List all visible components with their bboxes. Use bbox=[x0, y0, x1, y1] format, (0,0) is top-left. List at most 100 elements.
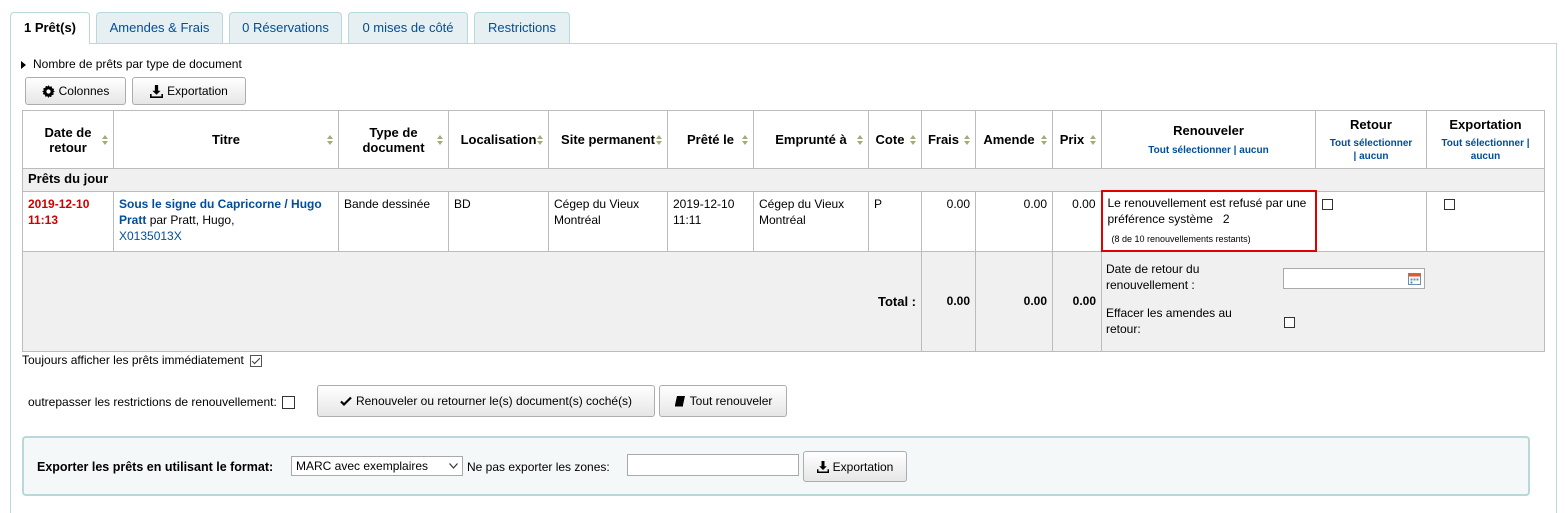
export-checkbox[interactable] bbox=[1444, 199, 1455, 211]
col-renew: Renouveler Tout sélectionner | aucun bbox=[1101, 110, 1316, 169]
home-library-cell: Cégep du Vieux Montréal bbox=[548, 190, 668, 252]
export-label: Exportation bbox=[167, 84, 228, 98]
checkin-select-all-link[interactable]: Tout sélectionner bbox=[1330, 138, 1413, 149]
total-row: Total : 0.00 0.00 0.00 Date de retour du… bbox=[22, 250, 1545, 352]
charge-cell: 0.00 bbox=[921, 190, 976, 252]
export-toolbar-button[interactable]: Exportation bbox=[132, 77, 246, 105]
always-show-label: Toujours afficher les prêts immédiatemen… bbox=[22, 353, 244, 367]
gear-icon bbox=[41, 84, 55, 98]
renew-all-button[interactable]: Tout renouveler bbox=[659, 385, 787, 417]
call-number-cell: P bbox=[868, 190, 922, 252]
renew-due-date-input[interactable] bbox=[1283, 268, 1425, 289]
renew-options-cell: Date de retour du renouvellement : Effac… bbox=[1101, 250, 1545, 352]
sort-icon bbox=[857, 134, 863, 145]
col-location[interactable]: Localisation bbox=[448, 110, 549, 169]
renew-refused-message: Le renouvellement est refusé par une pré… bbox=[1107, 196, 1307, 226]
caret-right-icon bbox=[21, 60, 26, 69]
sort-icon bbox=[964, 134, 970, 145]
total-label: Total : bbox=[22, 250, 922, 352]
export-select-none-link[interactable]: aucun bbox=[1471, 151, 1500, 162]
total-fine: 0.00 bbox=[975, 250, 1053, 352]
col-due-date[interactable]: Date de retour bbox=[22, 110, 114, 169]
check-icon bbox=[340, 396, 352, 407]
export-format-label: Exporter les prêts en utilisant le forma… bbox=[37, 460, 274, 474]
checked-out-from-cell: Cégep du Vieux Montréal bbox=[753, 190, 869, 252]
sort-icon bbox=[910, 134, 916, 145]
sort-icon bbox=[102, 134, 108, 145]
renew-cell: Le renouvellement est refusé par une pré… bbox=[1100, 190, 1317, 252]
title-cell: Sous le signe du Capricorne / Hugo Pratt… bbox=[113, 190, 339, 252]
renew-due-label: Date de retour du renouvellement : bbox=[1106, 262, 1200, 292]
separator: | bbox=[1353, 150, 1357, 162]
col-item-type[interactable]: Type de document bbox=[338, 110, 449, 169]
sort-icon bbox=[1090, 134, 1096, 145]
sort-icon bbox=[742, 134, 748, 145]
export-select-all-link[interactable]: Tout sélectionner bbox=[1441, 138, 1524, 149]
separator: | bbox=[1526, 137, 1530, 149]
col-checked-out-from[interactable]: Emprunté à bbox=[753, 110, 869, 169]
col-home-library[interactable]: Site permanent bbox=[548, 110, 668, 169]
barcode-link[interactable]: X0135013X bbox=[119, 229, 182, 243]
columns-button[interactable]: Colonnes bbox=[25, 77, 126, 105]
renew-select-none-link[interactable]: aucun bbox=[1239, 145, 1268, 156]
checkin-header-label: Retour bbox=[1350, 116, 1392, 132]
sort-icon bbox=[1041, 134, 1047, 145]
checkin-checkbox[interactable] bbox=[1321, 199, 1333, 211]
tab-restrictions[interactable]: Restrictions bbox=[474, 12, 570, 43]
forgive-fines-checkbox[interactable] bbox=[1284, 317, 1295, 328]
col-price[interactable]: Prix bbox=[1052, 110, 1102, 169]
override-checkbox[interactable] bbox=[282, 396, 296, 410]
toggle-label: Nombre de prêts par type de document bbox=[33, 57, 242, 71]
renew-select-all-link[interactable]: Tout sélectionner bbox=[1148, 145, 1231, 156]
sort-icon bbox=[537, 134, 543, 145]
itemtype-count-toggle[interactable]: Nombre de prêts par type de document bbox=[21, 57, 242, 71]
chevron-down-icon bbox=[449, 463, 458, 469]
table-row: 2019-12-10 11:13 Sous le signe du Capric… bbox=[22, 190, 1545, 252]
group-label: Prêts du jour bbox=[22, 168, 1545, 192]
export-format-value: MARC avec exemplaires bbox=[296, 459, 429, 473]
col-charge[interactable]: Frais bbox=[921, 110, 976, 169]
calendar-icon[interactable] bbox=[1408, 272, 1421, 285]
renew-header-label: Renouveler bbox=[1173, 122, 1244, 138]
price-cell: 0.00 bbox=[1052, 190, 1102, 252]
columns-label: Colonnes bbox=[58, 84, 110, 98]
export-format-select[interactable]: MARC avec exemplaires bbox=[291, 456, 463, 476]
col-title[interactable]: Titre bbox=[113, 110, 339, 169]
renew-return-button[interactable]: Renouveler ou retourner le(s) document(s… bbox=[317, 385, 655, 417]
no-export-fields-input[interactable] bbox=[627, 454, 799, 476]
col-export: Exportation Tout sélectionner | aucun bbox=[1426, 110, 1545, 169]
due-date-cell: 2019-12-10 11:13 bbox=[22, 190, 114, 252]
total-price: 0.00 bbox=[1052, 250, 1102, 352]
location-cell: BD bbox=[448, 190, 549, 252]
separator: | bbox=[1233, 144, 1237, 156]
sort-icon bbox=[327, 134, 333, 145]
export-header-label: Exportation bbox=[1449, 116, 1522, 132]
download-icon bbox=[816, 460, 829, 473]
group-row-today: Prêts du jour bbox=[22, 168, 1545, 192]
renew-return-label: Renouveler ou retourner le(s) document(s… bbox=[355, 394, 633, 408]
download-icon bbox=[150, 84, 164, 98]
forgive-fines-label: Effacer les amendes au retour: bbox=[1106, 306, 1232, 336]
total-charge: 0.00 bbox=[921, 250, 976, 352]
export-checkouts-label: Exportation bbox=[832, 459, 894, 474]
col-checkout-date[interactable]: Prêté le bbox=[667, 110, 754, 169]
book-icon bbox=[674, 396, 685, 407]
override-row: outrepasser les restrictions de renouvel… bbox=[28, 395, 296, 410]
checkouts-table: Date de retour Titre Type de document Lo… bbox=[22, 110, 1545, 352]
author-text: par Pratt, Hugo, bbox=[149, 212, 235, 227]
checkin-select-none-link[interactable]: aucun bbox=[1359, 151, 1388, 162]
tab-set-aside[interactable]: 0 mises de côté bbox=[348, 12, 468, 43]
col-fine[interactable]: Amende bbox=[975, 110, 1053, 169]
always-show-checkbox[interactable] bbox=[250, 354, 263, 367]
tab-checkouts[interactable]: 1 Prêt(s) bbox=[10, 12, 90, 44]
col-call-number[interactable]: Cote bbox=[868, 110, 922, 169]
sort-icon bbox=[437, 134, 443, 145]
fine-cell: 0.00 bbox=[975, 190, 1053, 252]
tab-holds[interactable]: 0 Réservations bbox=[229, 12, 342, 43]
export-checkouts-button[interactable]: Exportation bbox=[803, 451, 907, 482]
tab-fines[interactable]: Amendes & Frais bbox=[96, 12, 223, 43]
no-export-value bbox=[628, 455, 631, 469]
override-label: outrepasser les restrictions de renouvel… bbox=[28, 395, 277, 409]
checkin-cell bbox=[1315, 190, 1427, 252]
no-export-label: Ne pas exporter les zones: bbox=[467, 460, 610, 474]
